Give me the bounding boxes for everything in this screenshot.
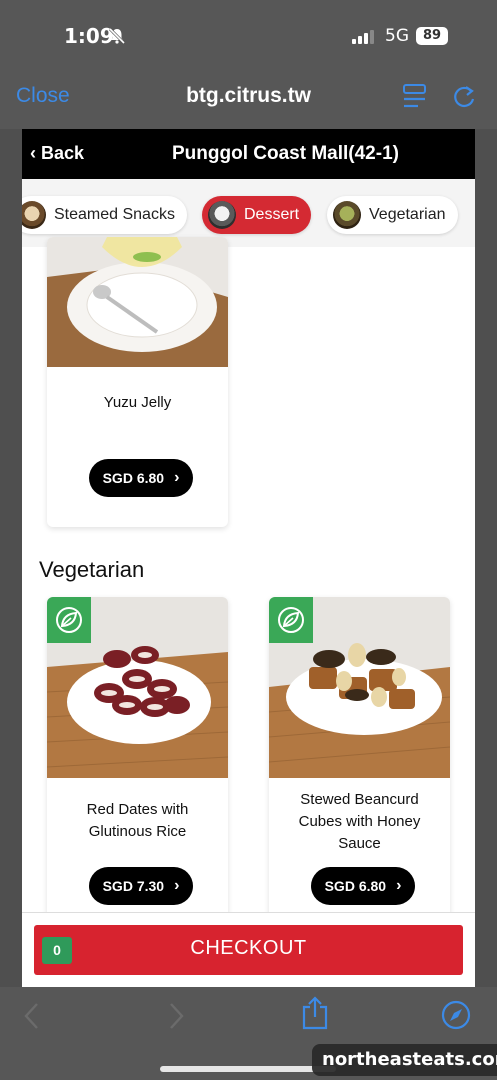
status-bar: 1:09 5G 89 <box>0 0 497 72</box>
vegetarian-badge <box>47 597 91 643</box>
leaf-icon <box>278 607 304 633</box>
item-name: Yuzu Jelly <box>103 394 172 411</box>
silent-bell-icon <box>108 27 126 45</box>
battery-indicator: 89 <box>416 27 448 45</box>
back-button[interactable]: ‹ Back <box>30 143 84 164</box>
menu-card-yuzu-jelly[interactable]: Yuzu Jelly SGD 6.80 › <box>47 237 228 527</box>
checkout-label: CHECKOUT <box>190 937 307 959</box>
watermark: northeasteats.com <box>312 1044 497 1076</box>
category-chip-dessert[interactable]: Dessert <box>202 196 312 234</box>
price-label: SGD 7.30 <box>102 878 165 894</box>
price-label: SGD 6.80 <box>324 878 387 894</box>
vegetarian-badge <box>269 597 313 643</box>
close-button[interactable]: Close <box>16 84 70 108</box>
store-header: ‹ Back Punggol Coast Mall(42-1) <box>22 129 475 179</box>
add-price-button[interactable]: SGD 6.80 › <box>311 867 415 905</box>
steamed-snacks-thumb-icon <box>22 201 46 229</box>
back-arrow-icon[interactable] <box>22 1001 42 1031</box>
chevron-right-icon: › <box>174 877 180 894</box>
reload-icon[interactable] <box>451 82 477 112</box>
url-text[interactable]: btg.citrus.tw <box>186 84 311 107</box>
red-dates-image <box>47 597 228 778</box>
stewed-beancurd-image <box>269 597 450 778</box>
chevron-right-icon: › <box>396 877 402 894</box>
web-page: ‹ Back Punggol Coast Mall(42-1) Steamed … <box>22 129 475 987</box>
price-label: SGD 6.80 <box>102 470 165 486</box>
forward-arrow-icon[interactable] <box>166 1001 186 1031</box>
yuzu-jelly-image <box>47 237 228 367</box>
vegetarian-thumb-icon <box>333 201 361 229</box>
category-label: Steamed Snacks <box>54 206 175 223</box>
dessert-thumb-icon <box>208 201 236 229</box>
menu-card-stewed-beancurd[interactable]: Stewed Beancurd Cubes with Honey Sauce S… <box>269 597 450 927</box>
compass-icon[interactable] <box>440 999 472 1031</box>
browser-navbar: Close btg.citrus.tw <box>0 72 497 129</box>
menu-content: Yuzu Jelly SGD 6.80 › Vegetarian Red Dat… <box>22 237 475 947</box>
network-type: 5G <box>385 26 409 46</box>
clock: 1:09 <box>64 24 114 48</box>
menu-card-red-dates[interactable]: Red Dates with Glutinous Rice SGD 7.30 › <box>47 597 228 927</box>
reader-list-icon[interactable] <box>402 82 428 112</box>
leaf-icon <box>56 607 82 633</box>
home-indicator <box>160 1066 336 1072</box>
category-chip-vegetarian[interactable]: Vegetarian <box>327 196 458 234</box>
store-title: Punggol Coast Mall(42-1) <box>172 143 399 164</box>
phone-screen: 1:09 5G 89 Close btg.citrus.tw ‹ Back Pu… <box>0 0 497 1080</box>
category-label: Dessert <box>244 206 300 223</box>
item-name: Stewed Beancurd Cubes with Honey Sauce <box>298 791 421 852</box>
back-label: Back <box>41 143 85 163</box>
item-name: Red Dates with Glutinous Rice <box>86 801 189 840</box>
checkout-button[interactable]: 0 CHECKOUT <box>34 925 463 975</box>
add-price-button[interactable]: SGD 7.30 › <box>89 867 193 905</box>
chevron-left-icon: ‹ <box>30 143 41 163</box>
signal-bars-icon <box>352 30 374 44</box>
add-price-button[interactable]: SGD 6.80 › <box>89 459 193 497</box>
section-title-vegetarian: Vegetarian <box>39 557 145 582</box>
chevron-right-icon: › <box>174 469 180 486</box>
share-icon[interactable] <box>300 995 330 1031</box>
checkout-bar: 0 CHECKOUT <box>22 912 475 987</box>
category-label: Vegetarian <box>369 206 446 223</box>
category-chip-steamed-snacks[interactable]: Steamed Snacks <box>22 196 187 234</box>
